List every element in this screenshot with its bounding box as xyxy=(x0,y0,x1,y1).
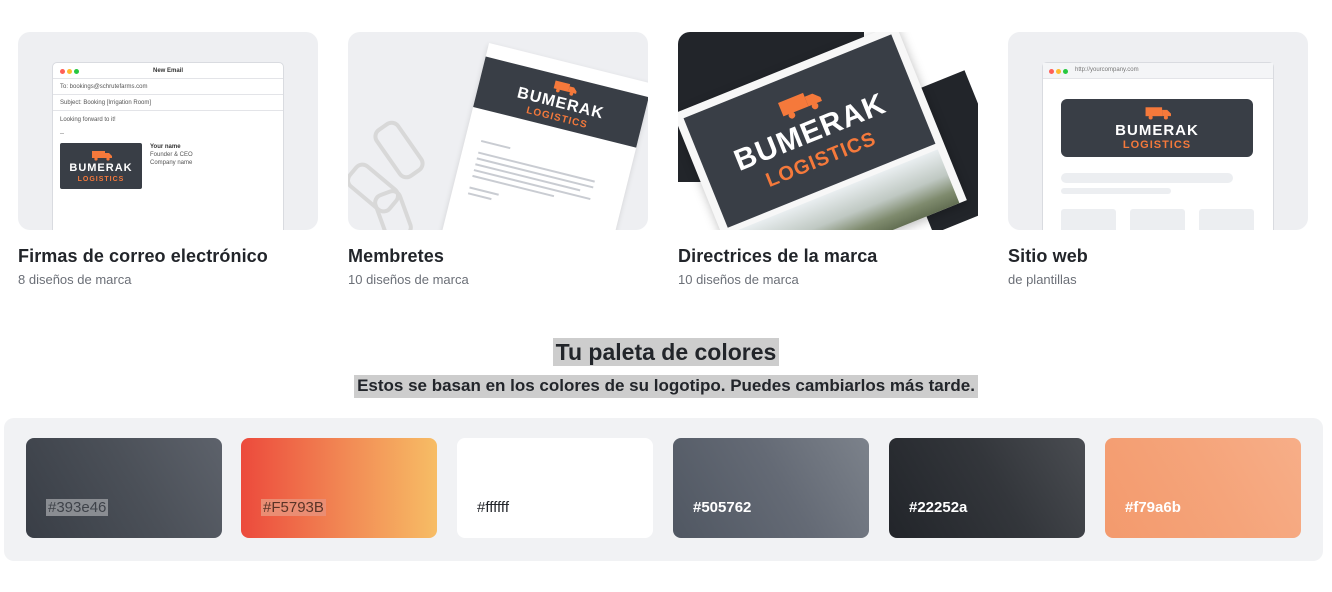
letterhead-preview: BUMERAK LOGISTICS xyxy=(348,32,648,230)
palette-subtitle: Estos se basan en los colores de su logo… xyxy=(354,375,978,398)
website-preview: http://yourcompany.com BUMERAK LOGISTICS xyxy=(1008,32,1308,230)
email-window-mock: New Email To: bookings@schrutefarms.com … xyxy=(52,62,284,230)
truck-icon xyxy=(1145,106,1171,119)
card-letterheads[interactable]: BUMERAK LOGISTICS Membretes 10 diseños d… xyxy=(348,32,648,287)
card-title: Directrices de la marca xyxy=(678,246,878,266)
letterhead-logo: BUMERAK LOGISTICS xyxy=(473,56,648,148)
signature-role: Founder & CEO xyxy=(150,152,193,158)
color-swatch-5[interactable]: #22252a xyxy=(889,438,1085,538)
color-swatch-1[interactable]: #393e46 xyxy=(26,438,222,538)
email-to-line: To: bookings@schrutefarms.com xyxy=(53,79,283,95)
color-swatch-3[interactable]: #ffffff xyxy=(457,438,653,538)
email-window-title: New Email xyxy=(152,68,183,74)
color-swatch-6[interactable]: #f79a6b xyxy=(1105,438,1301,538)
browser-window-mock: http://yourcompany.com BUMERAK LOGISTICS xyxy=(1042,62,1274,230)
card-email-signatures[interactable]: New Email To: bookings@schrutefarms.com … xyxy=(18,32,318,287)
email-body-text: Looking forward to it! xyxy=(60,117,116,123)
binder-clip xyxy=(370,186,416,230)
color-swatch-2[interactable]: #F5793B xyxy=(241,438,437,538)
swatch-hex: #f79a6b xyxy=(1125,499,1181,516)
color-palette: #393e46 #F5793B #ffffff #505762 #22252a … xyxy=(4,418,1323,561)
swatch-hex: #ffffff xyxy=(477,499,509,516)
brand-guidelines-preview: 09 BUMERAK LOGISTICS xyxy=(678,32,978,230)
palette-heading: Tu paleta de colores xyxy=(0,338,1332,366)
email-separator: -- xyxy=(60,131,64,137)
letterhead-paper: BUMERAK LOGISTICS xyxy=(435,42,648,230)
signature-logo: BUMERAK LOGISTICS xyxy=(60,143,142,189)
signature-name: Your name xyxy=(150,144,181,150)
swatch-hex: #F5793B xyxy=(261,499,326,516)
card-title: Sitio web xyxy=(1008,246,1088,266)
card-title: Membretes xyxy=(348,246,444,266)
signature-company: Company name xyxy=(150,160,193,166)
card-title: Firmas de correo electrónico xyxy=(18,246,268,266)
card-website[interactable]: http://yourcompany.com BUMERAK LOGISTICS… xyxy=(1008,32,1308,287)
card-brand-guidelines[interactable]: 09 BUMERAK LOGISTICS Directrices de la m… xyxy=(678,32,978,287)
website-logo: BUMERAK LOGISTICS xyxy=(1061,99,1253,157)
palette-subheading: Estos se basan en los colores de su logo… xyxy=(0,375,1332,398)
browser-url: http://yourcompany.com xyxy=(1075,67,1139,73)
card-subtitle: 10 diseños de marca xyxy=(348,272,469,287)
palette-title: Tu paleta de colores xyxy=(552,338,780,366)
swatch-hex: #505762 xyxy=(693,499,752,516)
truck-icon xyxy=(92,150,112,161)
swatch-hex: #393e46 xyxy=(46,499,109,516)
card-subtitle: 10 diseños de marca xyxy=(678,272,799,287)
color-swatch-4[interactable]: #505762 xyxy=(673,438,869,538)
card-subtitle: 8 diseños de marca xyxy=(18,272,132,287)
template-cards: New Email To: bookings@schrutefarms.com … xyxy=(18,32,1308,292)
swatch-hex: #22252a xyxy=(909,499,968,516)
card-subtitle: de plantillas xyxy=(1008,272,1077,287)
email-signature-preview: New Email To: bookings@schrutefarms.com … xyxy=(18,32,318,230)
email-subject-line: Subject: Booking [Irrigation Room] xyxy=(53,95,283,111)
